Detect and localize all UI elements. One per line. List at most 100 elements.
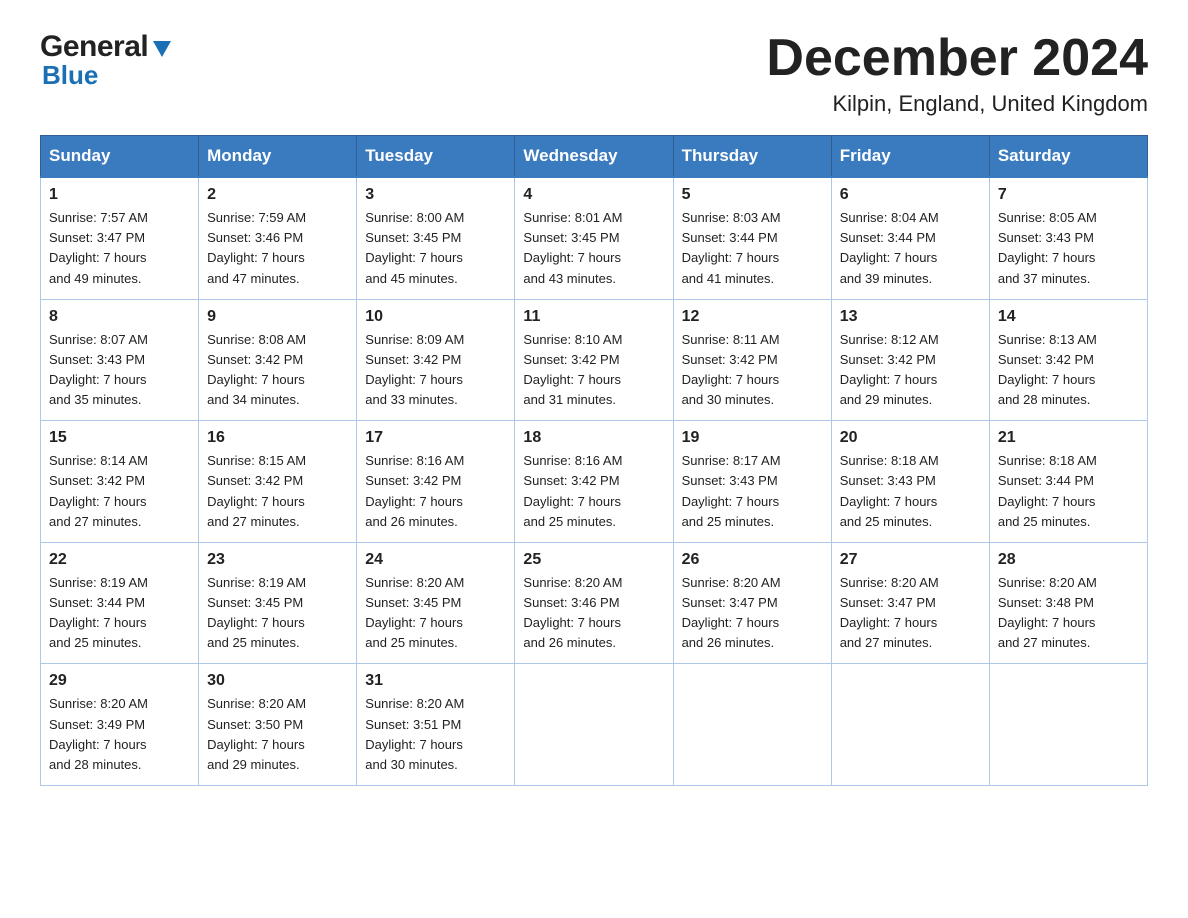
day-info: Sunrise: 8:20 AMSunset: 3:46 PMDaylight:… <box>523 575 622 650</box>
day-number: 25 <box>523 551 664 569</box>
calendar-cell: 24 Sunrise: 8:20 AMSunset: 3:45 PMDaylig… <box>357 542 515 664</box>
day-info: Sunrise: 8:20 AMSunset: 3:51 PMDaylight:… <box>365 696 464 771</box>
calendar-cell: 18 Sunrise: 8:16 AMSunset: 3:42 PMDaylig… <box>515 421 673 543</box>
week-row-5: 29 Sunrise: 8:20 AMSunset: 3:49 PMDaylig… <box>41 664 1148 786</box>
day-info: Sunrise: 8:16 AMSunset: 3:42 PMDaylight:… <box>523 453 622 528</box>
col-saturday: Saturday <box>989 136 1147 178</box>
day-info: Sunrise: 8:19 AMSunset: 3:45 PMDaylight:… <box>207 575 306 650</box>
day-info: Sunrise: 8:20 AMSunset: 3:47 PMDaylight:… <box>682 575 781 650</box>
day-number: 9 <box>207 308 348 326</box>
day-info: Sunrise: 8:17 AMSunset: 3:43 PMDaylight:… <box>682 453 781 528</box>
calendar-cell: 10 Sunrise: 8:09 AMSunset: 3:42 PMDaylig… <box>357 299 515 421</box>
day-number: 21 <box>998 429 1139 447</box>
logo-blue-text: Blue <box>42 60 173 91</box>
day-info: Sunrise: 8:13 AMSunset: 3:42 PMDaylight:… <box>998 332 1097 407</box>
col-wednesday: Wednesday <box>515 136 673 178</box>
day-number: 30 <box>207 672 348 690</box>
day-number: 2 <box>207 186 348 204</box>
day-info: Sunrise: 8:11 AMSunset: 3:42 PMDaylight:… <box>682 332 780 407</box>
day-number: 28 <box>998 551 1139 569</box>
week-row-4: 22 Sunrise: 8:19 AMSunset: 3:44 PMDaylig… <box>41 542 1148 664</box>
week-row-1: 1 Sunrise: 7:57 AMSunset: 3:47 PMDayligh… <box>41 177 1148 299</box>
col-friday: Friday <box>831 136 989 178</box>
day-info: Sunrise: 8:19 AMSunset: 3:44 PMDaylight:… <box>49 575 148 650</box>
day-number: 5 <box>682 186 823 204</box>
day-info: Sunrise: 8:12 AMSunset: 3:42 PMDaylight:… <box>840 332 939 407</box>
calendar-cell: 20 Sunrise: 8:18 AMSunset: 3:43 PMDaylig… <box>831 421 989 543</box>
day-info: Sunrise: 8:08 AMSunset: 3:42 PMDaylight:… <box>207 332 306 407</box>
calendar-table: Sunday Monday Tuesday Wednesday Thursday… <box>40 135 1148 786</box>
day-number: 19 <box>682 429 823 447</box>
day-number: 20 <box>840 429 981 447</box>
day-number: 27 <box>840 551 981 569</box>
day-info: Sunrise: 8:07 AMSunset: 3:43 PMDaylight:… <box>49 332 148 407</box>
header-row: Sunday Monday Tuesday Wednesday Thursday… <box>41 136 1148 178</box>
day-number: 14 <box>998 308 1139 326</box>
day-number: 29 <box>49 672 190 690</box>
calendar-cell: 5 Sunrise: 8:03 AMSunset: 3:44 PMDayligh… <box>673 177 831 299</box>
day-number: 10 <box>365 308 506 326</box>
day-info: Sunrise: 8:09 AMSunset: 3:42 PMDaylight:… <box>365 332 464 407</box>
day-info: Sunrise: 7:57 AMSunset: 3:47 PMDaylight:… <box>49 210 148 285</box>
calendar-cell <box>989 664 1147 786</box>
calendar-cell: 30 Sunrise: 8:20 AMSunset: 3:50 PMDaylig… <box>199 664 357 786</box>
day-number: 15 <box>49 429 190 447</box>
calendar-cell: 13 Sunrise: 8:12 AMSunset: 3:42 PMDaylig… <box>831 299 989 421</box>
calendar-cell: 8 Sunrise: 8:07 AMSunset: 3:43 PMDayligh… <box>41 299 199 421</box>
day-info: Sunrise: 8:05 AMSunset: 3:43 PMDaylight:… <box>998 210 1097 285</box>
calendar-cell: 22 Sunrise: 8:19 AMSunset: 3:44 PMDaylig… <box>41 542 199 664</box>
day-number: 7 <box>998 186 1139 204</box>
calendar-cell: 4 Sunrise: 8:01 AMSunset: 3:45 PMDayligh… <box>515 177 673 299</box>
calendar-cell: 6 Sunrise: 8:04 AMSunset: 3:44 PMDayligh… <box>831 177 989 299</box>
day-info: Sunrise: 8:04 AMSunset: 3:44 PMDaylight:… <box>840 210 939 285</box>
page: General Blue December 2024 Kilpin, Engla… <box>0 0 1188 816</box>
day-number: 11 <box>523 308 664 326</box>
calendar-cell: 23 Sunrise: 8:19 AMSunset: 3:45 PMDaylig… <box>199 542 357 664</box>
calendar-cell: 21 Sunrise: 8:18 AMSunset: 3:44 PMDaylig… <box>989 421 1147 543</box>
calendar-cell: 14 Sunrise: 8:13 AMSunset: 3:42 PMDaylig… <box>989 299 1147 421</box>
day-number: 4 <box>523 186 664 204</box>
col-thursday: Thursday <box>673 136 831 178</box>
calendar-header: Sunday Monday Tuesday Wednesday Thursday… <box>41 136 1148 178</box>
day-info: Sunrise: 8:00 AMSunset: 3:45 PMDaylight:… <box>365 210 464 285</box>
calendar-cell: 28 Sunrise: 8:20 AMSunset: 3:48 PMDaylig… <box>989 542 1147 664</box>
title-block: December 2024 Kilpin, England, United Ki… <box>766 30 1148 117</box>
day-number: 16 <box>207 429 348 447</box>
day-info: Sunrise: 8:18 AMSunset: 3:43 PMDaylight:… <box>840 453 939 528</box>
calendar-cell: 15 Sunrise: 8:14 AMSunset: 3:42 PMDaylig… <box>41 421 199 543</box>
day-info: Sunrise: 8:01 AMSunset: 3:45 PMDaylight:… <box>523 210 622 285</box>
calendar-cell <box>673 664 831 786</box>
calendar-cell: 25 Sunrise: 8:20 AMSunset: 3:46 PMDaylig… <box>515 542 673 664</box>
day-info: Sunrise: 8:20 AMSunset: 3:45 PMDaylight:… <box>365 575 464 650</box>
calendar-body: 1 Sunrise: 7:57 AMSunset: 3:47 PMDayligh… <box>41 177 1148 785</box>
calendar-cell <box>515 664 673 786</box>
day-number: 13 <box>840 308 981 326</box>
calendar-cell: 11 Sunrise: 8:10 AMSunset: 3:42 PMDaylig… <box>515 299 673 421</box>
col-sunday: Sunday <box>41 136 199 178</box>
calendar-cell: 2 Sunrise: 7:59 AMSunset: 3:46 PMDayligh… <box>199 177 357 299</box>
day-info: Sunrise: 8:16 AMSunset: 3:42 PMDaylight:… <box>365 453 464 528</box>
day-info: Sunrise: 7:59 AMSunset: 3:46 PMDaylight:… <box>207 210 306 285</box>
day-number: 22 <box>49 551 190 569</box>
day-info: Sunrise: 8:20 AMSunset: 3:48 PMDaylight:… <box>998 575 1097 650</box>
day-info: Sunrise: 8:20 AMSunset: 3:47 PMDaylight:… <box>840 575 939 650</box>
day-number: 31 <box>365 672 506 690</box>
day-info: Sunrise: 8:18 AMSunset: 3:44 PMDaylight:… <box>998 453 1097 528</box>
calendar-cell: 9 Sunrise: 8:08 AMSunset: 3:42 PMDayligh… <box>199 299 357 421</box>
logo: General Blue <box>40 30 173 91</box>
day-info: Sunrise: 8:10 AMSunset: 3:42 PMDaylight:… <box>523 332 622 407</box>
calendar-cell: 12 Sunrise: 8:11 AMSunset: 3:42 PMDaylig… <box>673 299 831 421</box>
day-number: 12 <box>682 308 823 326</box>
calendar-cell: 1 Sunrise: 7:57 AMSunset: 3:47 PMDayligh… <box>41 177 199 299</box>
calendar-cell: 16 Sunrise: 8:15 AMSunset: 3:42 PMDaylig… <box>199 421 357 543</box>
logo-arrow-icon <box>151 37 173 59</box>
calendar-cell <box>831 664 989 786</box>
day-number: 23 <box>207 551 348 569</box>
col-tuesday: Tuesday <box>357 136 515 178</box>
day-number: 17 <box>365 429 506 447</box>
day-info: Sunrise: 8:14 AMSunset: 3:42 PMDaylight:… <box>49 453 148 528</box>
calendar-cell: 7 Sunrise: 8:05 AMSunset: 3:43 PMDayligh… <box>989 177 1147 299</box>
day-info: Sunrise: 8:15 AMSunset: 3:42 PMDaylight:… <box>207 453 306 528</box>
day-number: 24 <box>365 551 506 569</box>
day-info: Sunrise: 8:20 AMSunset: 3:49 PMDaylight:… <box>49 696 148 771</box>
